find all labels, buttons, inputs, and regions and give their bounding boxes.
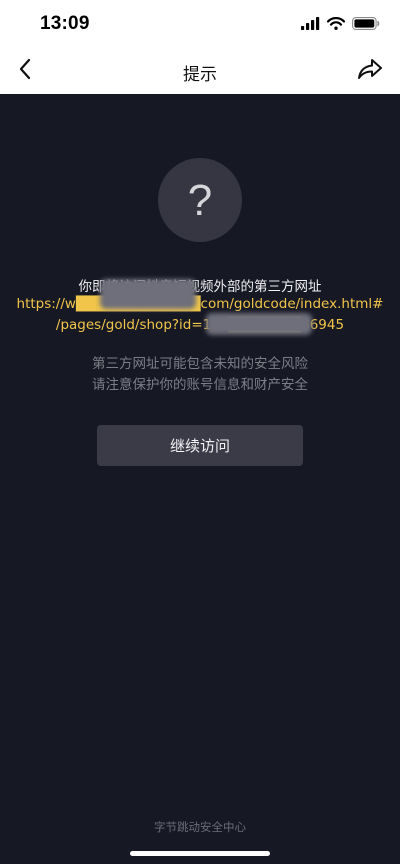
target-url-line-1: https://w████████████com/goldcode/index.… [16, 296, 384, 312]
status-icons [301, 14, 380, 34]
footer-security-center: 字节跳动安全中心 [154, 820, 246, 834]
redaction-blur [100, 279, 196, 309]
nav-bar: 提示 [0, 48, 400, 94]
help-circle-icon: ? [187, 176, 213, 225]
battery-icon [352, 15, 380, 34]
home-indicator[interactable] [130, 851, 270, 856]
continue-button[interactable]: 继续访问 [97, 425, 303, 466]
target-url-line-2: /pages/gold/shop?id=163███████86945 [55, 317, 345, 333]
security-warning-line-1: 第三方网址可能包含未知的安全风险 [92, 356, 308, 372]
external-link-notice: 你即将访问抖音短视频外部的第三方网址 [78, 279, 322, 295]
signal-icon [301, 15, 320, 34]
share-icon [357, 58, 383, 84]
wifi-icon [326, 15, 346, 34]
redaction-blur [206, 313, 312, 335]
status-time: 13:09 [40, 13, 90, 34]
share-button[interactable] [354, 56, 386, 86]
page-title: 提示 [183, 65, 217, 85]
security-warning-line-2: 请注意保护你的账号信息和财产安全 [92, 377, 308, 393]
help-icon-circle: ? [158, 158, 242, 242]
status-bar: 13:09 [0, 0, 400, 48]
